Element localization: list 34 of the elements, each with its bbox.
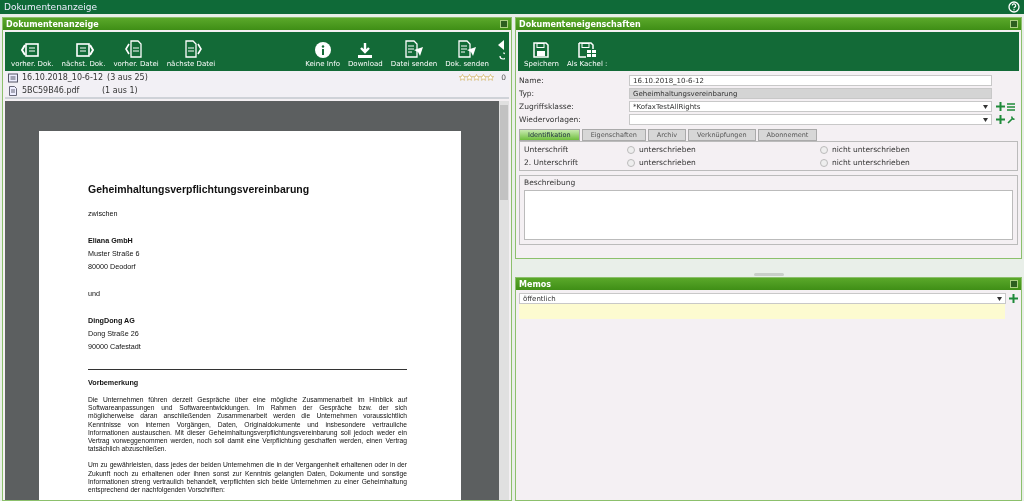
dropdown-caret-icon (983, 117, 988, 122)
description-field[interactable] (524, 190, 1013, 240)
help-icon[interactable] (1008, 1, 1020, 13)
file-send-icon (404, 40, 424, 58)
close-icon[interactable] (500, 20, 508, 28)
radio-button[interactable] (820, 145, 828, 154)
dropdown-caret-icon (983, 104, 988, 109)
splitter-handle[interactable] (753, 273, 784, 276)
scrollbar[interactable] (499, 101, 509, 500)
file-icon (8, 85, 18, 96)
file-row[interactable]: 5BC59B46.pdf (1 aus 1) (5, 84, 509, 97)
info-icon (314, 42, 331, 58)
floppy-grid-icon (578, 42, 597, 58)
panel-title: Memos (519, 279, 551, 289)
radio-button[interactable] (626, 145, 635, 154)
panel-title: Dokumentenanzeige (6, 19, 99, 29)
close-icon[interactable] (1010, 20, 1018, 28)
dropdown-caret-icon (997, 296, 1002, 301)
panel-title: Dokumenteneigenschaften (519, 19, 641, 29)
file-send-icon (457, 40, 478, 58)
radio-button[interactable] (626, 158, 635, 167)
wrench-icon[interactable] (1007, 115, 1016, 124)
radio-button[interactable] (820, 158, 828, 167)
star-rating[interactable] (459, 74, 495, 81)
collapse-arrow-icon[interactable] (497, 38, 505, 62)
list-icon[interactable] (1007, 102, 1015, 111)
plus-icon[interactable] (996, 102, 1005, 111)
document-heading: Geheimhaltungsverpflichtungsvereinbarung (88, 183, 311, 195)
download-icon (357, 42, 374, 58)
dropdown[interactable] (629, 114, 992, 125)
window-title: Dokumentenanzeige (4, 2, 98, 12)
close-icon[interactable] (1010, 280, 1018, 288)
plus-icon[interactable] (996, 115, 1005, 124)
plus-icon[interactable] (1009, 294, 1018, 303)
